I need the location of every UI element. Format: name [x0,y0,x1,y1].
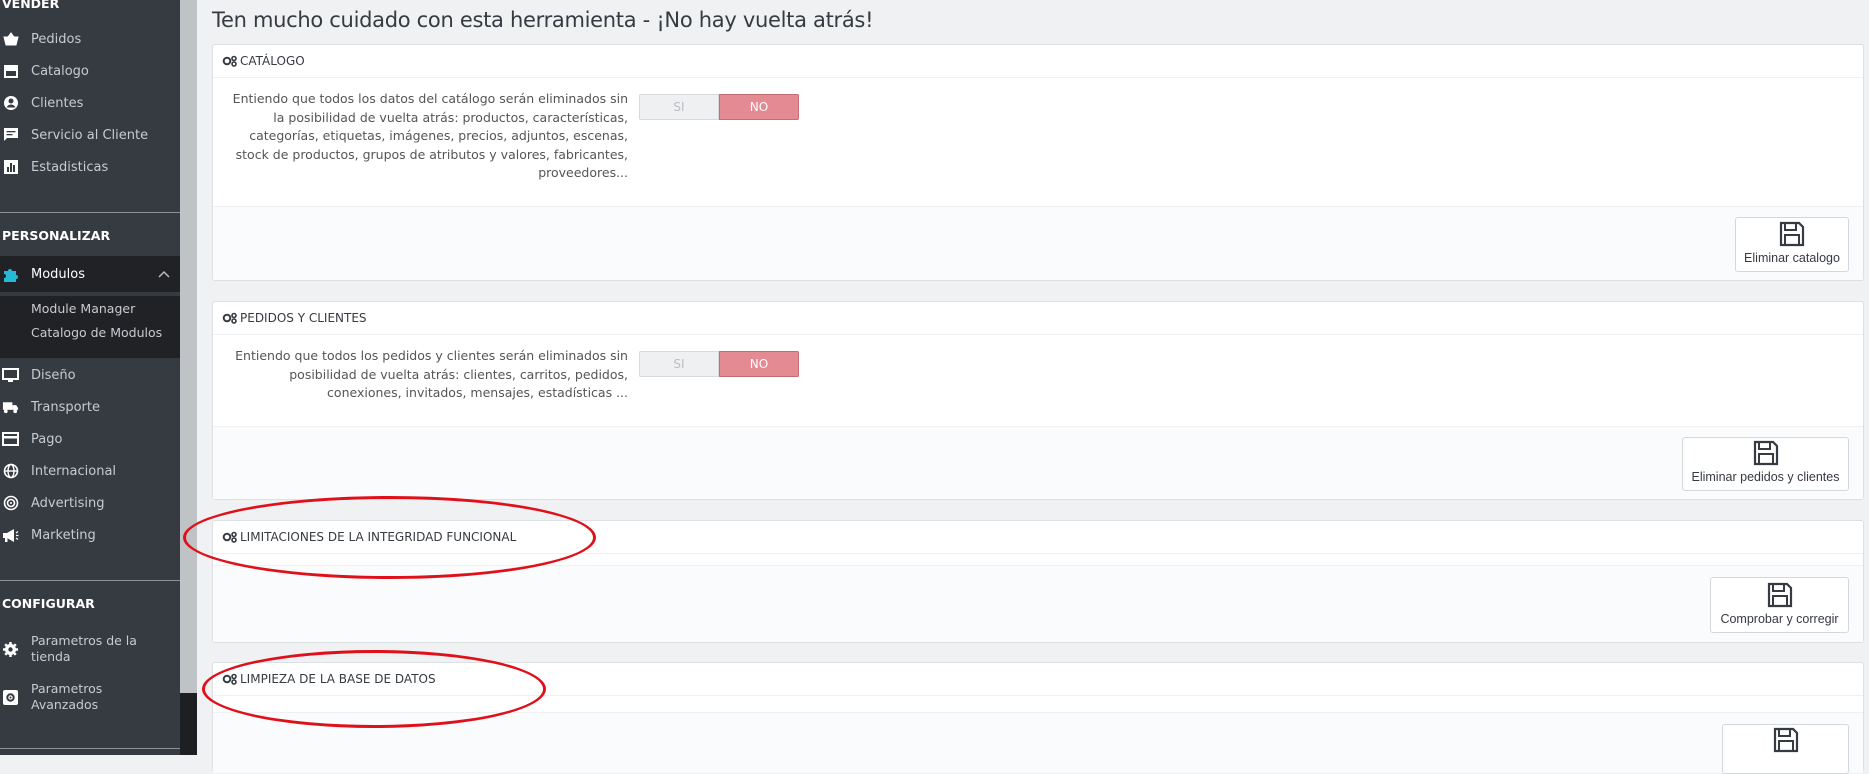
sidebar-item-label: Clientes [31,95,84,111]
gear-icon [2,641,19,658]
check-and-fix-button[interactable]: Comprobar y corregir [1710,577,1849,633]
sidebar-item-label: Internacional [31,463,117,479]
megaphone-icon [2,527,19,544]
sidebar-item-catalogo[interactable]: Catalogo [0,57,180,85]
annotation-ellipse-cleanup [202,650,546,728]
sidebar-item-pedidos[interactable]: Pedidos [0,25,180,53]
panel-catalog: CATÁLOGO Entiendo que todos los datos de… [212,44,1864,281]
bar-chart-icon [2,159,19,176]
submenu-item-catalogo-modulos[interactable]: Catalogo de Modulos [31,325,162,340]
panel-footer: Comprobar y corregir [213,565,1863,642]
sidebar-item-transporte[interactable]: Transporte [0,393,180,421]
sidebar-item-label: Parametros de la tienda [31,633,137,664]
chat-icon [2,127,19,144]
panel-description: Entiendo que todos los pedidos y cliente… [235,348,628,400]
sidebar-item-internacional[interactable]: Internacional [0,457,180,485]
panel-footer: Eliminar pedidos y clientes [213,426,1863,499]
sidebar-item-marketing[interactable]: Marketing [0,521,180,549]
cleanup-button[interactable] [1722,724,1849,774]
panel-heading: CATÁLOGO [213,45,1863,78]
modules-submenu: Module Manager Catalogo de Modulos [0,296,180,358]
page-title: Ten mucho cuidado con esta herramienta -… [212,8,874,32]
card-icon [2,431,19,448]
sidebar-item-label: Marketing [31,527,96,543]
sidebar-item-label: Parametros Avanzados [31,681,103,712]
sidebar-item-advertising[interactable]: Advertising [0,489,180,517]
sidebar-item-label: Servicio al Cliente [31,127,149,143]
gear-box-icon [2,689,19,706]
globe-icon [2,463,19,480]
user-circle-icon [2,95,19,112]
button-label: Eliminar pedidos y clientes [1691,470,1840,484]
delete-catalog-button[interactable]: Eliminar catalogo [1735,217,1849,272]
sidebar-item-servicio[interactable]: Servicio al Cliente [0,121,180,149]
switch-option-no[interactable]: NO [719,94,799,120]
truck-icon [2,399,19,416]
switch-option-yes[interactable]: SI [639,351,719,377]
target-icon [2,495,19,512]
sidebar-divider [0,748,180,749]
section-title-customize: PERSONALIZAR [2,228,111,243]
save-icon [1767,582,1792,608]
monitor-icon [2,367,19,384]
switch-option-yes[interactable]: SI [639,94,719,120]
panel-title: PEDIDOS Y CLIENTES [240,311,367,325]
sidebar-item-estadisticas[interactable]: Estadisticas [0,153,180,181]
sidebar-item-label: Advertising [31,495,105,511]
panel-footer: Eliminar catalogo [213,206,1863,280]
sidebar-item-label: Catalogo [31,63,89,79]
save-icon [1779,221,1805,247]
confirm-switch[interactable]: SI NO [639,351,799,377]
sidebar-divider [0,580,180,581]
sidebar-item-label: Pedidos [31,31,82,47]
sidebar-scrollbar[interactable] [180,0,197,755]
sidebar-item-pago[interactable]: Pago [0,425,180,453]
delete-orders-customers-button[interactable]: Eliminar pedidos y clientes [1682,437,1849,491]
gears-icon [222,312,237,324]
gears-icon [222,55,237,67]
sidebar-item-modulos[interactable]: Modulos [0,256,180,292]
sidebar-item-label: Diseño [31,367,76,383]
sidebar-item-parametros-tienda[interactable]: Parametros de la tienda [0,633,180,665]
save-icon [1753,440,1778,466]
save-icon [1773,727,1798,753]
section-title-configure: CONFIGURAR [2,596,95,611]
panel-title: CATÁLOGO [240,54,305,68]
sidebar-item-label: Estadisticas [31,159,109,175]
button-label: Comprobar y corregir [1720,612,1839,626]
sidebar-item-label: Pago [31,431,63,447]
puzzle-icon [2,266,19,283]
sidebar-item-diseno[interactable]: Diseño [0,361,180,389]
store-icon [2,63,19,80]
sidebar-item-clientes[interactable]: Clientes [0,89,180,117]
sidebar-item-label: Modulos [31,266,85,282]
panel-heading: PEDIDOS Y CLIENTES [213,302,1863,335]
switch-option-no[interactable]: NO [719,351,799,377]
chevron-up-icon[interactable] [158,267,170,282]
submenu-item-module-manager[interactable]: Module Manager [31,301,135,316]
panel-description: Entiendo que todos los datos del catálog… [232,91,628,180]
sidebar-item-parametros-avanzados[interactable]: Parametros Avanzados [0,681,180,713]
basket-icon [2,31,19,48]
scrollbar-thumb[interactable] [180,693,197,755]
button-label: Eliminar catalogo [1744,251,1840,265]
sidebar: VENDER Pedidos Catalogo Clientes Servici… [0,0,180,755]
annotation-ellipse-integrity [183,496,596,579]
confirm-switch[interactable]: SI NO [639,94,799,120]
section-title-sell: VENDER [2,0,60,11]
sidebar-item-label: Transporte [31,399,100,415]
sidebar-divider [0,212,180,213]
panel-orders: PEDIDOS Y CLIENTES Entiendo que todos lo… [212,301,1864,500]
